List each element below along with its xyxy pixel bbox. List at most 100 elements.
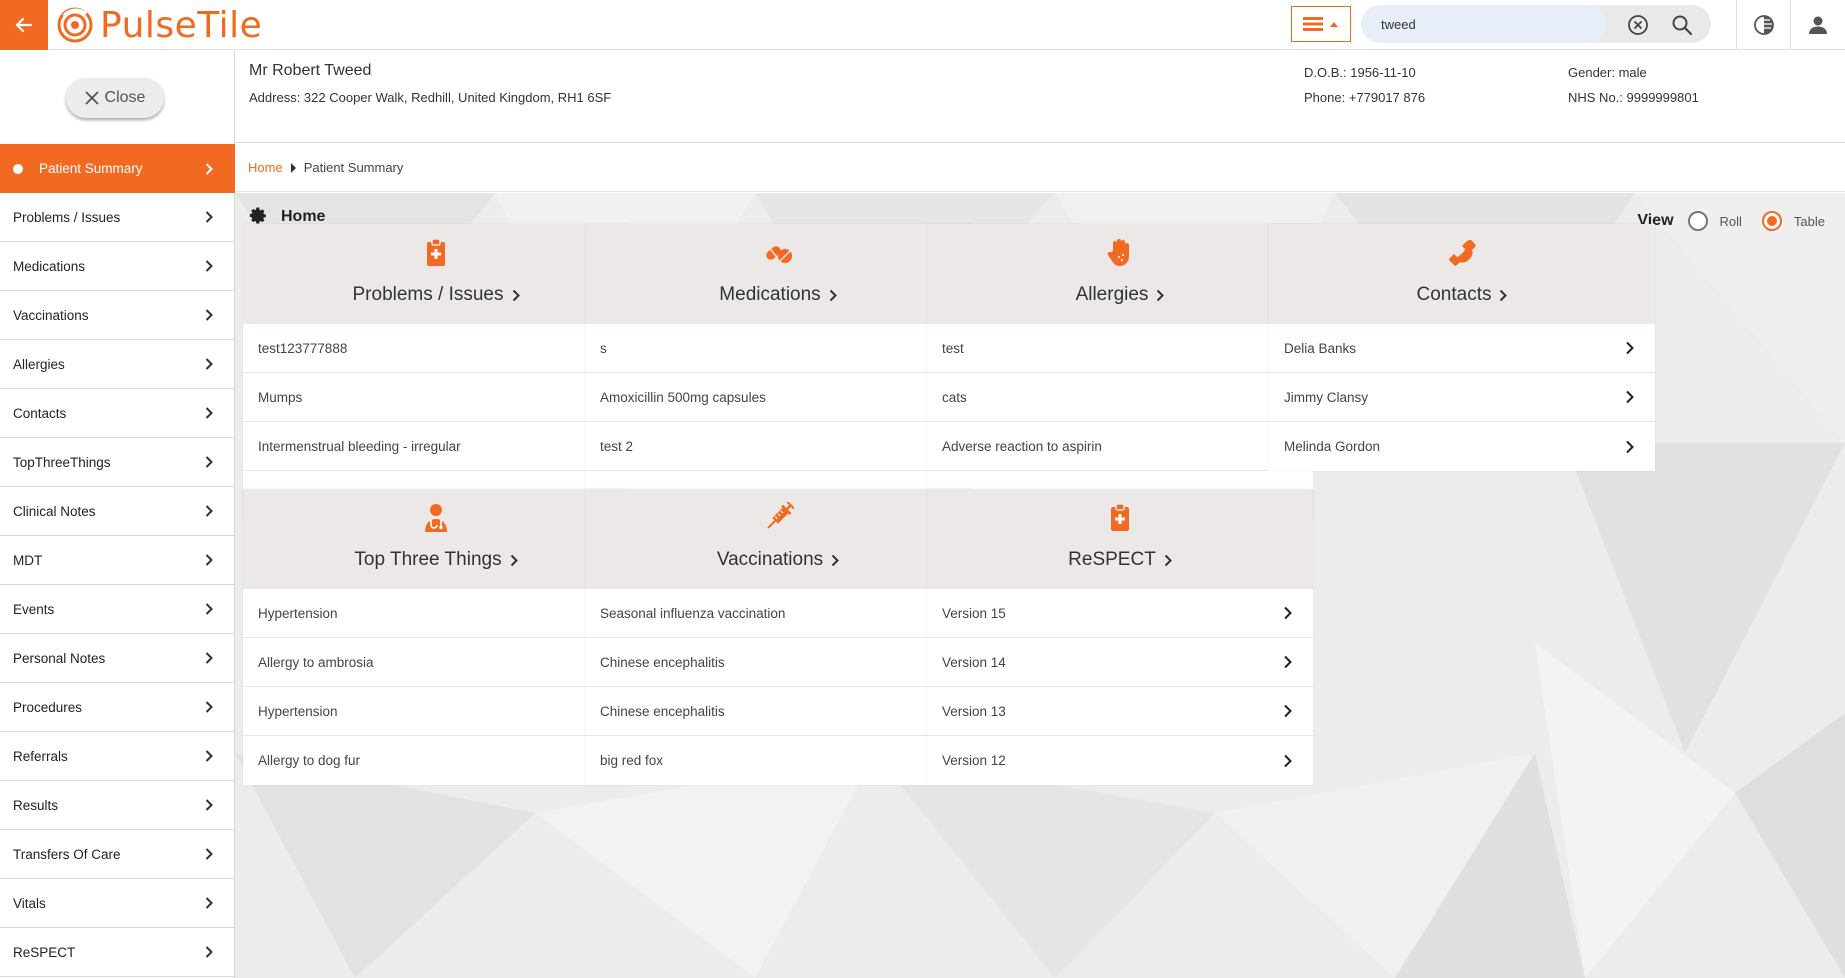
- tile-row[interactable]: Mumps: [243, 373, 629, 422]
- clear-search-icon[interactable]: [1627, 14, 1649, 36]
- sidebar-item-results[interactable]: Results: [0, 781, 235, 830]
- tile-row[interactable]: Version 15: [927, 589, 1313, 638]
- tile-row[interactable]: Delia Banks: [1269, 324, 1655, 373]
- tile-row[interactable]: Version 14: [927, 638, 1313, 687]
- sidebar-item-label: Transfers Of Care: [13, 846, 121, 862]
- tile-title[interactable]: Contacts: [1417, 284, 1508, 306]
- tile-header[interactable]: Top Three Things: [243, 489, 629, 589]
- tile-row[interactable]: Allergy to dog fur: [243, 736, 629, 785]
- close-sidebar-button[interactable]: Close: [66, 78, 164, 118]
- back-button[interactable]: [0, 0, 48, 50]
- sidebar-item-respect[interactable]: ReSPECT: [0, 928, 235, 977]
- view-table-radio[interactable]: [1761, 211, 1782, 231]
- chevron-right-icon: [205, 897, 213, 909]
- tile-title-text: Contacts: [1416, 284, 1492, 305]
- sidebar-item-topthreethings[interactable]: TopThreeThings: [0, 438, 235, 487]
- sidebar-item-vitals[interactable]: Vitals: [0, 879, 235, 928]
- view-roll-label[interactable]: Roll: [1720, 214, 1742, 229]
- chevron-right-icon: [1626, 440, 1634, 453]
- sidebar-item-problems-issues[interactable]: Problems / Issues: [0, 193, 235, 242]
- sidebar-item-personal-notes[interactable]: Personal Notes: [0, 634, 235, 683]
- view-table-label[interactable]: Table: [1794, 214, 1825, 229]
- sidebar-item-clinical-notes[interactable]: Clinical Notes: [0, 487, 235, 536]
- tile-row[interactable]: Chinese encephalitis: [585, 638, 971, 687]
- tile-row[interactable]: Seasonal influenza vaccination: [585, 589, 971, 638]
- search-input[interactable]: [1361, 5, 1607, 43]
- sidebar-item-procedures[interactable]: Procedures: [0, 683, 235, 732]
- sidebar-item-label-wrap: Referrals: [13, 749, 68, 764]
- tile-header[interactable]: ReSPECT: [927, 489, 1313, 589]
- user-icon[interactable]: [1806, 13, 1830, 37]
- tile-row[interactable]: test123777888: [243, 324, 629, 373]
- theme-contrast-icon[interactable]: [1752, 13, 1776, 37]
- breadcrumb-home-link[interactable]: Home: [248, 160, 283, 175]
- tile-row-label: big red fox: [600, 753, 664, 768]
- tile-row-label: Delia Banks: [1284, 340, 1357, 356]
- chevron-right-icon: [829, 289, 837, 301]
- tile-row[interactable]: big red fox: [585, 736, 971, 785]
- tile-row[interactable]: test: [927, 324, 1313, 373]
- app-logo[interactable]: PulseTile: [56, 4, 262, 46]
- tile-title-text: Problems / Issues: [352, 284, 504, 305]
- tile-row-label: test: [942, 340, 964, 356]
- tile-row[interactable]: Hypertension: [243, 589, 629, 638]
- tile-row[interactable]: Version 13: [927, 687, 1313, 736]
- tile-row[interactable]: s: [585, 324, 971, 373]
- chevron-right-icon: [205, 603, 213, 615]
- sidebar-item-label: Personal Notes: [13, 650, 106, 666]
- tile-header[interactable]: Problems / Issues: [243, 224, 629, 324]
- sidebar-item-mdt[interactable]: MDT: [0, 536, 235, 585]
- tile-header[interactable]: Medications: [585, 224, 971, 324]
- sidebar-nav: Patient Summary Problems / Issues Medicati…: [0, 144, 235, 977]
- view-roll-radio[interactable]: [1687, 211, 1708, 231]
- menu-toggle-button[interactable]: [1291, 6, 1351, 42]
- top-bar: PulseTile: [0, 0, 1845, 50]
- sidebar-item-label: ReSPECT: [13, 944, 76, 960]
- tile-header[interactable]: Contacts: [1269, 224, 1655, 324]
- sidebar-item-label-wrap: Results: [13, 798, 58, 813]
- tile-title-text: Vaccinations: [716, 549, 824, 570]
- search-icon[interactable]: [1671, 14, 1693, 36]
- sidebar-item-medications[interactable]: Medications: [0, 242, 235, 291]
- arrow-left-icon: [15, 17, 33, 33]
- tile-title[interactable]: Problems / Issues: [353, 284, 520, 306]
- tile-row[interactable]: Allergy to ambrosia: [243, 638, 629, 687]
- tile-row[interactable]: Melinda Gordon: [1269, 422, 1655, 471]
- sidebar-item-patient-summary[interactable]: Patient Summary: [0, 144, 235, 193]
- tile-row[interactable]: Amoxicillin 500mg capsules: [585, 373, 971, 422]
- tile-row[interactable]: Intermenstrual bleeding - irregular: [243, 422, 629, 471]
- sidebar-item-vaccinations[interactable]: Vaccinations: [0, 291, 235, 340]
- tile-row[interactable]: Hypertension: [243, 687, 629, 736]
- tile-row[interactable]: Jimmy Clansy: [1269, 373, 1655, 422]
- patient-name: Mr Robert Tweed: [249, 62, 372, 79]
- sidebar-item-label: TopThreeThings: [13, 454, 111, 470]
- chevron-right-icon: [205, 456, 213, 468]
- sidebar-item-contacts[interactable]: Contacts: [0, 389, 235, 438]
- tile-title[interactable]: ReSPECT: [1068, 549, 1172, 571]
- tile-header[interactable]: Vaccinations: [585, 489, 971, 589]
- active-dot-icon: [13, 163, 23, 174]
- clipboard-plus-icon: [1104, 502, 1136, 549]
- tile-title[interactable]: Allergies: [1076, 284, 1165, 306]
- patient-nhs-number: NHS No.: 9999999801: [1568, 90, 1699, 105]
- chevron-right-icon: [205, 358, 213, 370]
- tile-title[interactable]: Medications: [719, 284, 837, 306]
- tile-title[interactable]: Vaccinations: [716, 549, 840, 571]
- tile-row-label: Adverse reaction to aspirin: [942, 438, 1102, 454]
- sidebar-item-allergies[interactable]: Allergies: [0, 340, 235, 389]
- sidebar-item-referrals[interactable]: Referrals: [0, 732, 235, 781]
- tile-row[interactable]: Version 12: [927, 736, 1313, 785]
- sidebar-item-label: Clinical Notes: [13, 503, 96, 519]
- tile-row[interactable]: Adverse reaction to aspirin: [927, 422, 1313, 471]
- tile-row[interactable]: test 2: [585, 422, 971, 471]
- sidebar-item-transfers-of-care[interactable]: Transfers Of Care: [0, 830, 235, 879]
- tile-row[interactable]: cats: [927, 373, 1313, 422]
- tile-title[interactable]: Top Three Things: [354, 549, 518, 571]
- tile-row-label: Hypertension: [258, 703, 338, 719]
- tile-row[interactable]: Chinese encephalitis: [585, 687, 971, 736]
- tile-respect: ReSPECT Version 15 Version 14 Version 13 Ver…: [927, 489, 1313, 785]
- chevron-right-icon: [205, 701, 213, 713]
- sidebar-item-events[interactable]: Events: [0, 585, 235, 634]
- tile-header[interactable]: Allergies: [927, 224, 1313, 324]
- tile-row-label: Mumps: [258, 389, 303, 405]
